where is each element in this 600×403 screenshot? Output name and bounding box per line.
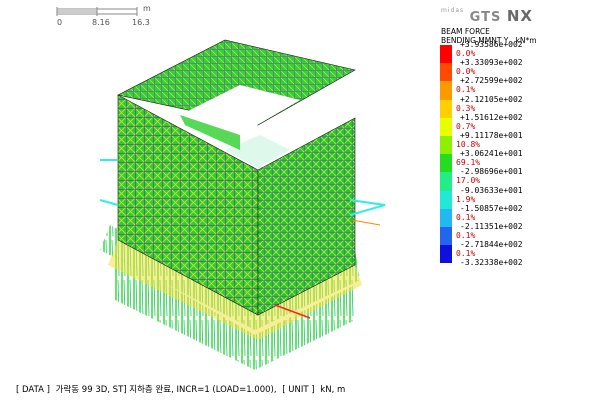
legend-value: +1.51612e+002 xyxy=(460,112,523,122)
legend-percent: 0.0% xyxy=(456,49,476,58)
legend-percent: 69.1% xyxy=(456,158,481,168)
legend-swatch xyxy=(440,81,452,100)
legend-value: -2.98696e+001 xyxy=(460,167,523,177)
legend-title-line1: BEAM FORCE xyxy=(441,27,490,36)
legend-percent: 0.1% xyxy=(456,249,476,259)
legend-percent: 0.1% xyxy=(456,231,476,240)
legend-swatch xyxy=(440,245,452,264)
legend-swatch xyxy=(440,136,452,155)
legend-percent: 1.9% xyxy=(456,194,476,204)
legend-value: +3.06241e+001 xyxy=(460,149,523,159)
legend-value: +3.33093e+002 xyxy=(460,58,523,68)
legend-swatch xyxy=(440,190,452,209)
legend-swatch xyxy=(440,208,452,227)
unit-value: kN, m xyxy=(320,385,346,395)
legend-value: +3.93586e+002 xyxy=(460,40,523,49)
legend-swatch xyxy=(440,45,452,64)
legend-value: -9.03633e+001 xyxy=(460,185,523,195)
brand-logo: midas GTS NX xyxy=(441,7,533,25)
legend-percent: 0.7% xyxy=(456,121,476,131)
legend-swatch xyxy=(440,99,452,118)
legend-value: -2.11351e+002 xyxy=(460,222,523,231)
data-label: [ DATA ] xyxy=(16,385,50,395)
legend-value: -2.71844e+002 xyxy=(460,240,523,250)
unit-label: [ UNIT ] xyxy=(282,385,315,395)
legend-percent: 0.1% xyxy=(456,212,476,222)
legend-swatch xyxy=(440,172,452,191)
legend-percent: 0.0% xyxy=(456,67,476,77)
legend-swatch xyxy=(440,117,452,136)
legend-percent: 10.8% xyxy=(456,140,481,149)
legend-value: -3.32338e+002 xyxy=(460,258,523,268)
legend-swatch xyxy=(440,227,452,246)
legend-value: +9.11178e+001 xyxy=(460,131,523,140)
model-viewport[interactable] xyxy=(0,0,430,375)
status-line: [ DATA ] 가락동 99 3D, ST] 지하층 완료, INCR=1 (… xyxy=(16,383,348,395)
legend-percent: 0.1% xyxy=(456,85,476,95)
legend-value: -1.50857e+002 xyxy=(460,203,523,213)
data-value: 가락동 99 3D, ST] 지하층 완료, INCR=1 (LOAD=1.00… xyxy=(55,385,277,395)
structure-model-render xyxy=(99,39,386,370)
legend-value: +2.12105e+002 xyxy=(460,94,523,104)
legend-swatch xyxy=(440,154,452,173)
legend-percent: 17.0% xyxy=(456,176,481,186)
legend-swatch xyxy=(440,63,452,82)
legend-value: +2.72599e+002 xyxy=(460,76,523,86)
legend-percent: 0.3% xyxy=(456,103,476,113)
